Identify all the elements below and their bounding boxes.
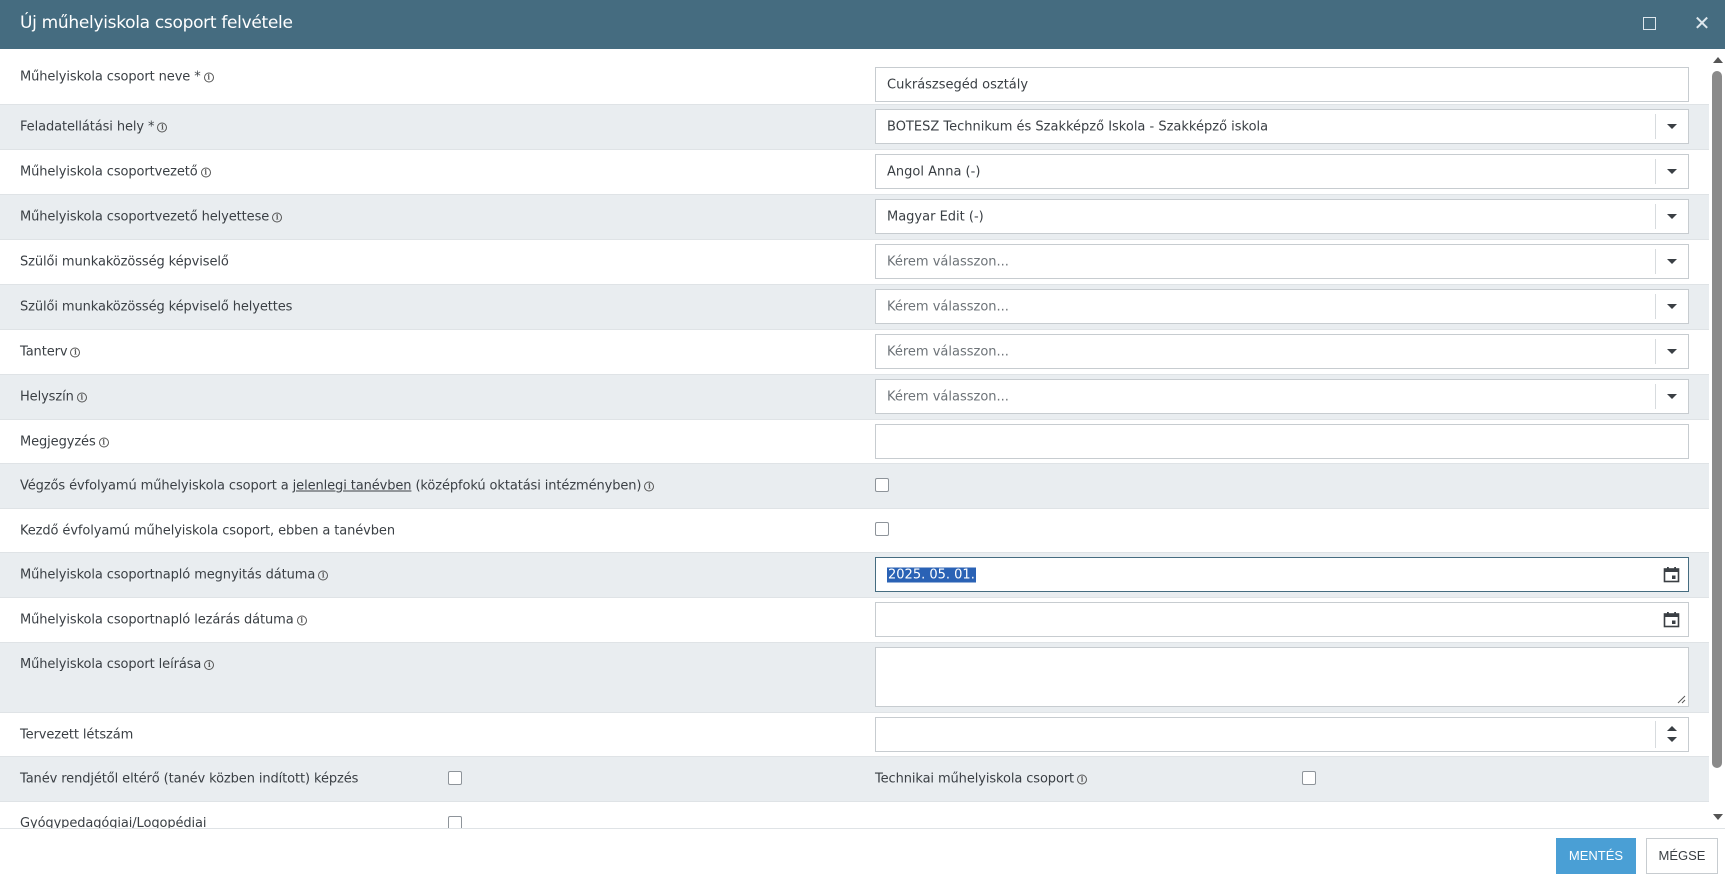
row-special-needs: Gyógypedagógiai/Logopédiai — [0, 802, 1709, 828]
chevron-down-icon[interactable] — [1655, 384, 1688, 409]
row-log-open-date: Műhelyiskola csoportnapló megnyitás dátu… — [0, 553, 1709, 598]
parent-rep-deputy-label: Szülői munkaközösség képviselő helyettes — [20, 299, 293, 315]
row-group-leader-deputy: Műhelyiskola csoportvezető helyettese i M… — [0, 195, 1709, 240]
note-label: Megjegyzés — [20, 434, 96, 449]
venue-label: Helyszín — [20, 389, 74, 405]
row-planned-headcount: Tervezett létszám — [0, 713, 1709, 757]
log-close-date-input[interactable] — [875, 602, 1689, 637]
dialog-title: Új műhelyiskola csoport felvétele — [20, 13, 293, 33]
info-icon[interactable]: i — [76, 392, 87, 403]
row-venue: Helyszín i Kérem válasszon... — [0, 375, 1709, 420]
scrollbar-thumb[interactable] — [1712, 71, 1722, 768]
row-group-leader: Műhelyiskola csoportvezető i Angol Anna (… — [0, 150, 1709, 195]
save-button[interactable]: MENTÉS — [1556, 838, 1636, 874]
log-close-date-label: Műhelyiskola csoportnapló lezárás dátuma — [20, 612, 294, 628]
cancel-button[interactable]: MÉGSE — [1646, 838, 1718, 874]
log-open-date-label: Műhelyiskola csoportnapló megnyitás dátu… — [20, 567, 316, 583]
info-icon[interactable]: i — [318, 570, 329, 581]
dialog-footer: MENTÉS MÉGSE — [0, 828, 1725, 879]
row-location-service: Feladatellátási hely * i BOTESZ Technikum… — [0, 105, 1709, 150]
planned-headcount-input[interactable] — [875, 717, 1689, 752]
row-group-name: Műhelyiskola csoport neve * i Cukrászsegé… — [0, 49, 1709, 105]
current-year-link[interactable]: jelenlegi tanévben — [293, 479, 412, 494]
stepper-up-icon[interactable] — [1667, 726, 1677, 731]
group-leader-select[interactable]: Angol Anna (-) — [875, 154, 1689, 189]
chevron-down-icon[interactable] — [1655, 294, 1688, 319]
info-icon[interactable]: i — [157, 122, 168, 133]
planned-headcount-label: Tervezett létszám — [20, 727, 134, 742]
row-final-year: Végzős évfolyamú műhelyiskola csoport a … — [0, 464, 1709, 509]
maximize-icon[interactable] — [1643, 17, 1656, 30]
info-icon[interactable]: i — [70, 347, 81, 358]
curriculum-select[interactable]: Kérem válasszon... — [875, 334, 1689, 369]
special-needs-checkbox[interactable] — [448, 816, 462, 828]
close-icon[interactable]: ✕ — [1692, 12, 1712, 34]
description-label: Műhelyiskola csoport leírása — [20, 657, 202, 672]
chevron-down-icon[interactable] — [1655, 114, 1688, 139]
calendar-icon[interactable] — [1663, 611, 1680, 628]
row-parent-rep: Szülői munkaközösség képviselő Kérem vál… — [0, 240, 1709, 285]
number-stepper[interactable] — [1655, 721, 1688, 748]
row-description: Műhelyiskola csoport leírása i — [0, 643, 1709, 713]
location-service-label: Feladatellátási hely * — [20, 119, 155, 135]
parent-rep-deputy-select[interactable]: Kérem válasszon... — [875, 289, 1689, 324]
chevron-down-icon[interactable] — [1655, 159, 1688, 184]
row-note: Megjegyzés i — [0, 420, 1709, 464]
scroll-down-icon[interactable] — [1713, 814, 1723, 820]
stepper-down-icon[interactable] — [1667, 737, 1677, 742]
note-input[interactable] — [875, 424, 1689, 459]
row-first-year: Kezdő évfolyamú műhelyiskola csoport, eb… — [0, 509, 1709, 553]
group-name-input[interactable]: Cukrászsegéd osztály — [875, 67, 1689, 102]
resize-handle-icon[interactable] — [1677, 695, 1686, 704]
dialog-titlebar: Új műhelyiskola csoport felvétele ✕ — [0, 0, 1725, 49]
info-icon[interactable]: i — [272, 212, 283, 223]
chevron-down-icon[interactable] — [1655, 339, 1688, 364]
location-service-select[interactable]: BOTESZ Technikum és Szakképző Iskola - S… — [875, 109, 1689, 144]
log-open-date-input[interactable]: 2025. 05. 01. — [875, 557, 1689, 592]
info-icon[interactable]: i — [296, 615, 307, 626]
parent-rep-label: Szülői munkaközösség képviselő — [20, 254, 229, 270]
venue-select[interactable]: Kérem válasszon... — [875, 379, 1689, 414]
chevron-down-icon[interactable] — [1655, 204, 1688, 229]
info-icon[interactable]: i — [204, 660, 215, 670]
row-log-close-date: Műhelyiskola csoportnapló lezárás dátuma… — [0, 598, 1709, 643]
group-leader-label: Műhelyiskola csoportvezető — [20, 164, 198, 180]
info-icon[interactable]: i — [203, 72, 214, 82]
off-schedule-label: Tanév rendjétől eltérő (tanév közben ind… — [20, 771, 359, 787]
dialog-window: Új műhelyiskola csoport felvétele ✕ Műhe… — [0, 0, 1725, 879]
technical-group-label: Technikai műhelyiskola csoport — [875, 771, 1075, 787]
group-name-label: Műhelyiskola csoport neve * — [20, 69, 201, 84]
row-off-schedule: Tanév rendjétől eltérő (tanév közben ind… — [0, 757, 1709, 802]
scroll-up-icon[interactable] — [1713, 57, 1723, 63]
calendar-icon[interactable] — [1663, 566, 1680, 583]
off-schedule-checkbox[interactable] — [448, 771, 462, 785]
final-year-checkbox[interactable] — [875, 478, 889, 492]
group-leader-deputy-label: Műhelyiskola csoportvezető helyettese — [20, 209, 270, 225]
chevron-down-icon[interactable] — [1655, 249, 1688, 274]
description-textarea[interactable] — [875, 647, 1689, 707]
form-content: Műhelyiskola csoport neve * i Cukrászsegé… — [0, 49, 1709, 828]
first-year-label: Kezdő évfolyamú műhelyiskola csoport, eb… — [20, 523, 395, 538]
info-icon[interactable]: i — [200, 167, 211, 178]
vertical-scrollbar[interactable] — [1709, 49, 1725, 828]
info-icon[interactable]: i — [98, 437, 109, 447]
parent-rep-select[interactable]: Kérem válasszon... — [875, 244, 1689, 279]
info-icon[interactable]: i — [644, 481, 655, 492]
special-needs-label: Gyógypedagógiai/Logopédiai — [20, 816, 207, 828]
group-leader-deputy-select[interactable]: Magyar Edit (-) — [875, 199, 1689, 234]
info-icon[interactable]: i — [1077, 774, 1088, 785]
row-parent-rep-deputy: Szülői munkaközösség képviselő helyettes… — [0, 285, 1709, 330]
row-curriculum: Tanterv i Kérem válasszon... — [0, 330, 1709, 375]
first-year-checkbox[interactable] — [875, 522, 889, 536]
technical-group-checkbox[interactable] — [1302, 771, 1316, 785]
curriculum-label: Tanterv — [20, 344, 68, 360]
